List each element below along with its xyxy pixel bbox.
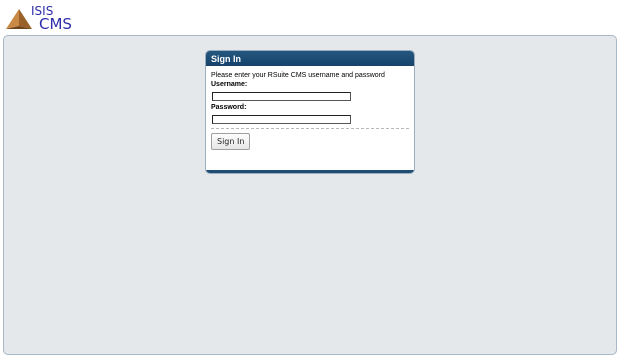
signin-instruction: Please enter your RSuite CMS username an… [211,72,385,79]
isis-cms-logo: ISIS CMS [5,4,95,34]
signin-title: Sign In [206,51,414,66]
signin-footer-bar [206,170,414,173]
page-header: ISIS CMS [0,0,620,34]
username-input[interactable] [212,92,351,101]
signin-form: Please enter your RSuite CMS username an… [206,66,414,150]
form-divider [211,128,409,129]
pyramid-icon [6,9,32,29]
password-input[interactable] [212,115,351,124]
logo-bottom-text: CMS [39,15,72,33]
signin-button[interactable]: Sign In [211,133,251,150]
username-label: Username: [211,81,248,88]
password-label: Password: [211,104,247,111]
signin-dialog: Sign In Please enter your RSuite CMS use… [206,51,414,173]
